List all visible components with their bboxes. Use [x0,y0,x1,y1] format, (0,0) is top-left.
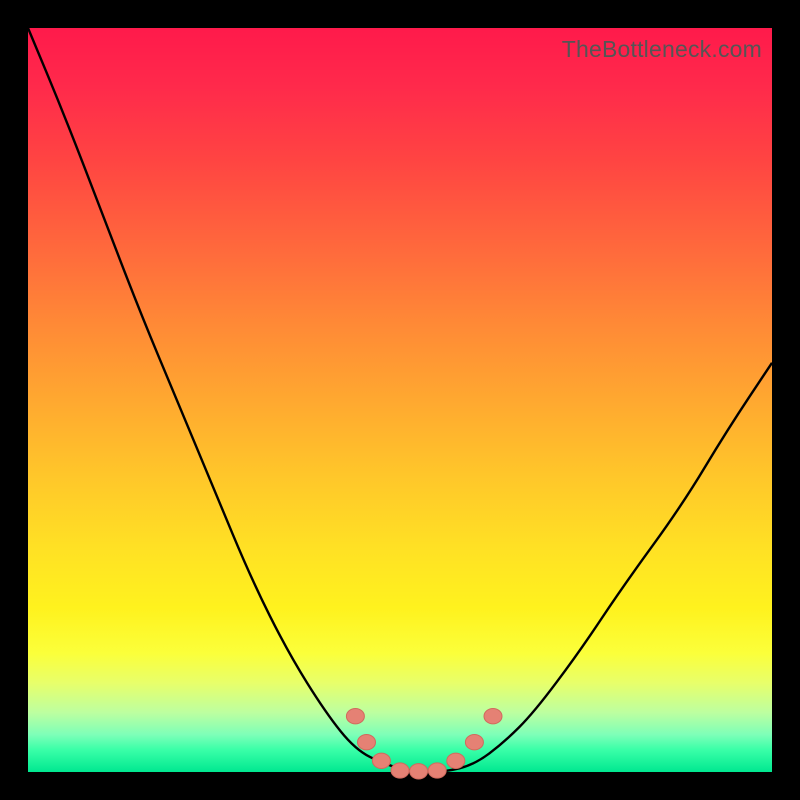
bottleneck-curve [28,28,772,772]
highlight-marker [465,735,483,750]
highlight-marker [391,763,409,778]
highlight-marker [346,709,364,724]
curve-layer [28,28,772,772]
highlight-marker [372,753,390,768]
plot-area: TheBottleneck.com [28,28,772,772]
highlight-marker [447,753,465,768]
marker-group [346,709,502,779]
highlight-marker [484,709,502,724]
highlight-marker [358,735,376,750]
highlight-marker [428,763,446,778]
chart-frame: TheBottleneck.com [0,0,800,800]
highlight-marker [410,764,428,779]
